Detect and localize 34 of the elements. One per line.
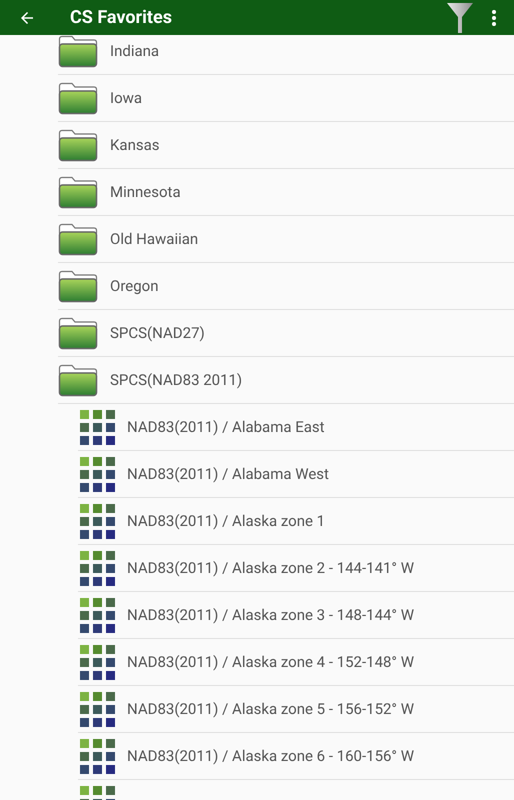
folder-item[interactable]: Oregon bbox=[58, 263, 514, 310]
folder-item[interactable]: SPCS(NAD83 2011) bbox=[58, 357, 514, 404]
folder-icon bbox=[58, 82, 98, 114]
grid-icon bbox=[80, 550, 115, 586]
folder-item[interactable]: SPCS(NAD27) bbox=[58, 310, 514, 357]
filter-icon[interactable] bbox=[446, 0, 474, 34]
coordinate-system-item[interactable]: NAD83(2011) / Alaska zone 4 - 152-148° W bbox=[78, 639, 514, 686]
coordinate-system-item[interactable]: NAD83(2011) / Alabama West bbox=[78, 451, 514, 498]
folder-item[interactable]: Kansas bbox=[58, 122, 514, 169]
grid-icon bbox=[80, 456, 115, 492]
folder-icon bbox=[58, 35, 98, 68]
grid-icon bbox=[80, 410, 115, 444]
grid-icon bbox=[80, 644, 115, 680]
coordinate-system-item[interactable]: NAD83(2011) / Alaska zone 5 - 156-152° W bbox=[78, 686, 514, 733]
coordinate-system-item[interactable]: NAD83(2011) / Alaska zone 2 - 144-141° W bbox=[78, 545, 514, 592]
screen-title: CS Favorites bbox=[70, 6, 172, 30]
grid-icon bbox=[80, 598, 115, 632]
folder-item[interactable]: Old Hawaiian bbox=[58, 216, 514, 263]
more-options-icon[interactable] bbox=[492, 10, 496, 26]
coordinate-system-item[interactable]: NAD83(2011) / Alaska zone 3 - 148-144° W bbox=[78, 592, 514, 639]
folder-item[interactable]: Minnesota bbox=[58, 169, 514, 216]
folder-icon bbox=[58, 176, 98, 208]
grid-icon bbox=[80, 738, 115, 774]
coordinate-system-item[interactable]: NAD83(2011) / Alabama East bbox=[78, 404, 514, 451]
folder-icon bbox=[58, 316, 98, 350]
folder-icon bbox=[58, 222, 98, 256]
grid-icon bbox=[80, 504, 115, 538]
coordinate-system-item[interactable]: NAD83(2011) / Alaska zone 1 bbox=[78, 498, 514, 545]
folder-icon bbox=[58, 364, 98, 396]
folder-item[interactable]: Iowa bbox=[58, 75, 514, 122]
grid-icon bbox=[80, 692, 115, 726]
folder-icon bbox=[58, 128, 98, 162]
coordinate-system-item[interactable]: NAD83(2011) / Alaska zone 6 - 160-156° W bbox=[78, 733, 514, 780]
folder-icon bbox=[58, 270, 98, 302]
